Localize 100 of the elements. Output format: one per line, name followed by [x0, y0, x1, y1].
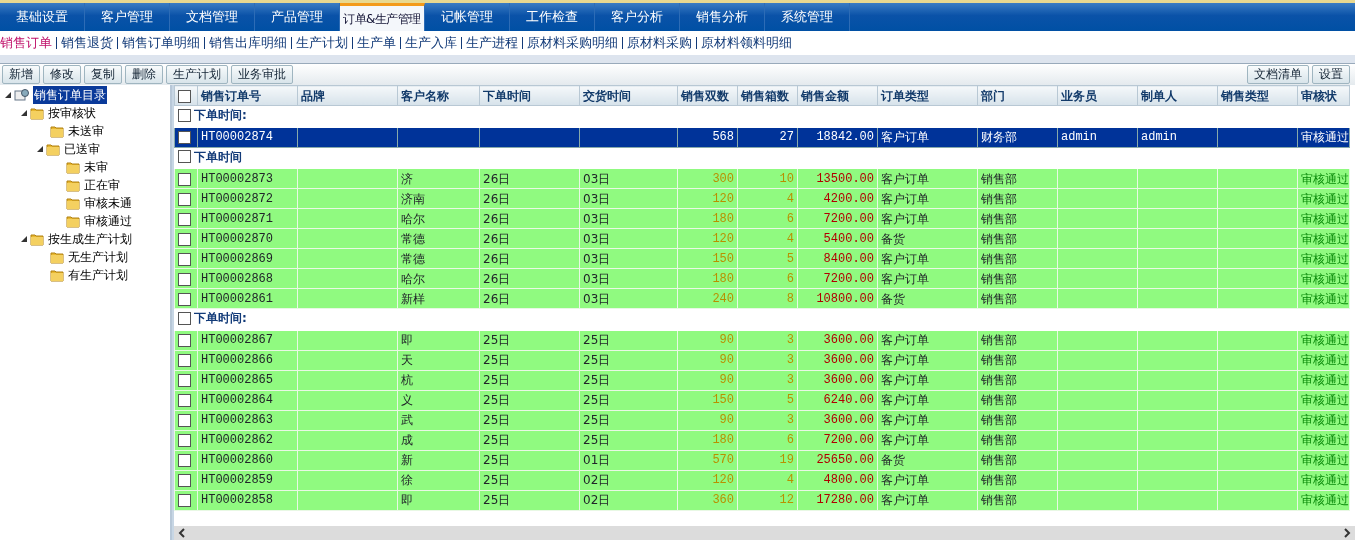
tree-item[interactable]: 有生产计划	[67, 266, 129, 284]
submenu-link[interactable]: 销售订单	[0, 37, 56, 49]
checkbox[interactable]	[178, 192, 191, 206]
submenu-link[interactable]: 销售订单明细	[117, 37, 204, 49]
submenu-link[interactable]: 销售出库明细	[204, 37, 291, 49]
menu-tab[interactable]: 销售分析	[680, 3, 765, 31]
column-header[interactable]: 订单类型	[877, 85, 978, 106]
tree-item[interactable]: 审核未通	[83, 194, 133, 212]
menu-tab[interactable]: 文档管理	[170, 3, 255, 31]
tree-item[interactable]: 未审	[83, 158, 109, 176]
column-header[interactable]: 销售订单号	[197, 85, 298, 106]
menu-tab[interactable]: 客户分析	[595, 3, 680, 31]
menu-tab[interactable]: 订单&生产管理	[340, 3, 425, 31]
tree-item[interactable]: 销售订单目录	[33, 86, 107, 104]
order-row[interactable]: HT00002874 568 27 18842.00 客户订单 财务部 admin admin 审核通过	[174, 127, 1350, 147]
order-row[interactable]: HT00002864 义 25日 25日 150 5 6240.00 客户订单 销售部 审核通过	[174, 390, 1350, 410]
toolbar-button[interactable]: 设置	[1312, 65, 1350, 84]
tree-item[interactable]: 按生成生产计划	[47, 230, 133, 248]
order-row[interactable]: HT00002858 即 25日 02日 360 12 17280.00 客户订单 销售部 审核通过	[174, 490, 1350, 510]
checkbox[interactable]	[178, 232, 191, 246]
toolbar-button[interactable]: 新增	[2, 65, 40, 84]
toolbar-button[interactable]: 生产计划	[166, 65, 228, 84]
submenu-link[interactable]: 生产进程	[461, 37, 522, 49]
order-row[interactable]: HT00002865 杭 25日 25日 90 3 3600.00 客户订单 销售部 审核通过	[174, 370, 1350, 390]
checkbox[interactable]	[178, 212, 191, 226]
checkbox[interactable]	[178, 131, 191, 144]
checkbox[interactable]	[178, 374, 191, 387]
scroll-left-icon[interactable]	[178, 528, 186, 538]
column-header[interactable]: 客户名称	[397, 85, 480, 106]
tree-item[interactable]: 正在审	[83, 176, 121, 194]
order-row[interactable]: HT00002866 天 25日 25日 90 3 3600.00 客户订单 销售部 审核通过	[174, 350, 1350, 370]
menu-tab[interactable]: 系统管理	[765, 3, 850, 31]
table-cell: 01日	[583, 453, 611, 467]
toolbar-button[interactable]: 修改	[43, 65, 81, 84]
checkbox[interactable]	[178, 394, 191, 407]
toolbar-button[interactable]: 业务审批	[231, 65, 293, 84]
submenu-link[interactable]: 生产单	[352, 37, 400, 49]
checkbox[interactable]	[178, 108, 191, 122]
column-header[interactable]: 审核状	[1297, 85, 1350, 106]
checkbox[interactable]	[178, 434, 191, 447]
submenu-link[interactable]: 销售退货	[56, 37, 117, 49]
order-row[interactable]: HT00002872 济南 26日 03日 120 4 4200.00 客户订单 销售部 审核通过	[174, 188, 1350, 209]
column-header[interactable]: 销售双数	[677, 85, 738, 106]
expander-icon[interactable]	[4, 91, 14, 99]
column-header[interactable]: 品牌	[297, 85, 398, 106]
column-header[interactable]: 制单人	[1137, 85, 1218, 106]
checkbox[interactable]	[178, 272, 191, 286]
checkbox[interactable]	[178, 494, 191, 507]
tree-item[interactable]: 已送审	[63, 140, 101, 158]
tree-item[interactable]: 按审核状	[47, 104, 97, 122]
toolbar-button[interactable]: 复制	[84, 65, 122, 84]
column-header[interactable]: 交货时间	[579, 85, 678, 106]
checkbox[interactable]	[178, 292, 191, 306]
checkbox[interactable]	[178, 334, 191, 347]
submenu-link[interactable]: 原材料领料明细	[696, 37, 796, 49]
checkbox[interactable]	[178, 150, 191, 163]
column-header[interactable]: 销售箱数	[737, 85, 798, 106]
expander-icon[interactable]	[20, 235, 30, 243]
column-header[interactable]: 部门	[977, 85, 1058, 106]
checkbox[interactable]	[178, 311, 191, 325]
column-header[interactable]: 销售类型	[1217, 85, 1298, 106]
tree-item[interactable]: 未送审	[67, 122, 105, 140]
tree-item[interactable]: 审核通过	[83, 212, 133, 230]
order-row[interactable]: HT00002859 徐 25日 02日 120 4 4800.00 客户订单 销售部 审核通过	[174, 470, 1350, 490]
submenu-link[interactable]: 原材料采购明细	[522, 37, 622, 49]
expander-icon[interactable]	[36, 145, 46, 153]
order-row[interactable]: HT00002861 新样 26日 03日 240 8 10800.00 备货 销售部 审核通过	[174, 288, 1350, 309]
order-row[interactable]: HT00002870 常德 26日 03日 120 4 5400.00 备货 销售部 审核通过	[174, 228, 1350, 249]
menu-tab[interactable]: 工作检查	[510, 3, 595, 31]
order-row[interactable]: HT00002863 武 25日 25日 90 3 3600.00 客户订单 销售部 审核通过	[174, 410, 1350, 430]
column-header[interactable]: 销售金额	[797, 85, 878, 106]
order-row[interactable]: HT00002862 成 25日 25日 180 6 7200.00 客户订单 销售部 审核通过	[174, 430, 1350, 450]
checkbox[interactable]	[178, 474, 191, 487]
menu-tab[interactable]: 记帐管理	[425, 3, 510, 31]
checkbox[interactable]	[178, 414, 191, 427]
order-row[interactable]: HT00002868 哈尔 26日 03日 180 6 7200.00 客户订单 销售部 审核通过	[174, 268, 1350, 289]
checkbox[interactable]	[178, 89, 191, 103]
table-cell: 300	[712, 171, 734, 186]
order-row[interactable]: HT00002869 常德 26日 03日 150 5 8400.00 客户订单 销售部 审核通过	[174, 248, 1350, 269]
checkbox[interactable]	[178, 252, 191, 266]
order-row[interactable]: HT00002867 即 25日 25日 90 3 3600.00 客户订单 销售部 审核通过	[174, 330, 1350, 350]
toolbar-button[interactable]: 删除	[125, 65, 163, 84]
order-row[interactable]: HT00002873 济 26日 03日 300 10 13500.00 客户订单 销售部 审核通过	[174, 168, 1350, 189]
order-row[interactable]: HT00002860 新 25日 01日 570 19 25650.00 备货 销售部 审核通过	[174, 450, 1350, 470]
scroll-right-icon[interactable]	[1343, 528, 1351, 538]
submenu-link[interactable]: 原材料采购	[622, 37, 696, 49]
tree-item[interactable]: 无生产计划	[67, 248, 129, 266]
toolbar-button[interactable]: 文档清单	[1247, 65, 1309, 84]
expander-icon[interactable]	[20, 109, 30, 117]
order-row[interactable]: HT00002871 哈尔 26日 03日 180 6 7200.00 客户订单 销售部 审核通过	[174, 208, 1350, 229]
submenu-link[interactable]: 生产入库	[400, 37, 461, 49]
checkbox[interactable]	[178, 172, 191, 186]
checkbox[interactable]	[178, 454, 191, 467]
checkbox[interactable]	[178, 354, 191, 367]
menu-tab[interactable]: 客户管理	[85, 3, 170, 31]
menu-tab[interactable]: 基础设置	[0, 3, 85, 31]
horizontal-scrollbar[interactable]	[174, 526, 1355, 540]
submenu-link[interactable]: 生产计划	[291, 37, 352, 49]
column-header[interactable]: 下单时间	[479, 85, 580, 106]
column-header[interactable]: 业务员	[1057, 85, 1138, 106]
